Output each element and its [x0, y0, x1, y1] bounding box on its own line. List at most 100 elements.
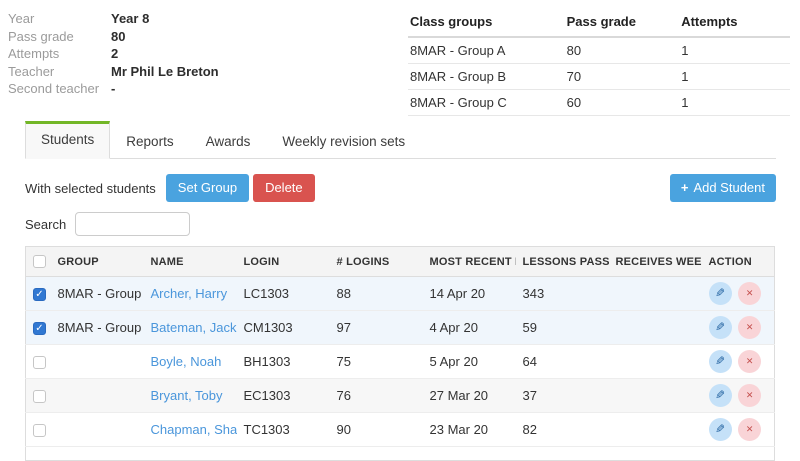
student-name-link[interactable]: Bryant, Toby	[151, 388, 223, 403]
login-column-header: LOGIN	[237, 247, 330, 277]
tab-students[interactable]: Students	[25, 121, 110, 159]
group-column-header: GROUP	[51, 247, 144, 277]
receives-weekly-column-header: RECEIVES WEEKL...	[609, 247, 702, 277]
edit-student-button[interactable]: ✎	[709, 282, 732, 305]
tab-bar: Students Reports Awards Weekly revision …	[25, 121, 776, 159]
tab-reports[interactable]: Reports	[110, 121, 189, 159]
selected-students-toolbar: With selected students Set Group Delete …	[25, 174, 776, 202]
lessons-passed-cell: 82	[516, 413, 609, 447]
delete-student-button[interactable]: ✕	[738, 350, 761, 373]
student-name-link[interactable]: Boyle, Noah	[151, 354, 222, 369]
edit-pencil-icon: ✎	[715, 418, 725, 441]
delete-button[interactable]: Delete	[253, 174, 315, 202]
add-student-label: Add Student	[693, 180, 765, 195]
num-logins-cell: 97	[330, 311, 423, 345]
edit-student-button[interactable]: ✎	[709, 384, 732, 407]
num-logins-cell: 76	[330, 379, 423, 413]
info-value: 2	[111, 45, 118, 63]
edit-student-button[interactable]: ✎	[709, 316, 732, 339]
login-cell: TC1303	[237, 413, 330, 447]
student-name-link[interactable]: Chapman, Shawn	[151, 422, 237, 437]
edit-student-button[interactable]: ✎	[709, 350, 732, 373]
student-row: ✓ 8MAR - Group A Bateman, Jack CM1303 97…	[26, 311, 775, 345]
edit-student-button[interactable]: ✎	[709, 418, 732, 441]
students-table: ✓ GROUP NAME LOGIN # LOGINS MOST RECENT …	[25, 246, 775, 461]
login-cell: CM1303	[237, 311, 330, 345]
most-recent-cell: 14 Apr 20	[423, 277, 516, 311]
group-attempts: 1	[679, 90, 790, 116]
attempts-header: Attempts	[679, 8, 790, 37]
lessons-passed-cell: 59	[516, 311, 609, 345]
select-all-checkbox[interactable]: ✓	[33, 255, 46, 268]
receives-weekly-cell	[609, 345, 702, 379]
num-logins-cell: 88	[330, 277, 423, 311]
edit-pencil-icon: ✎	[715, 384, 725, 407]
group-cell: 8MAR - Group A	[51, 277, 144, 311]
info-label: Pass grade	[8, 28, 111, 46]
tab-awards[interactable]: Awards	[190, 121, 267, 159]
students-header-row: ✓ GROUP NAME LOGIN # LOGINS MOST RECENT …	[26, 247, 775, 277]
add-student-button[interactable]: + Add Student	[670, 174, 776, 202]
row-checkbox[interactable]: ✓	[33, 322, 46, 335]
delete-x-icon: ✕	[746, 384, 754, 407]
with-selected-label: With selected students	[25, 181, 156, 196]
search-row: Search	[25, 212, 776, 236]
num-logins-cell: 75	[330, 345, 423, 379]
student-name-link[interactable]: Archer, Harry	[151, 286, 228, 301]
group-name: 8MAR - Group B	[408, 64, 565, 90]
set-group-button[interactable]: Set Group	[166, 174, 249, 202]
student-row: ✓ Bryant, Toby EC1303 76 27 Mar 20 37 ✎ …	[26, 379, 775, 413]
group-cell	[51, 413, 144, 447]
row-checkbox[interactable]: ✓	[33, 356, 46, 369]
edit-pencil-icon: ✎	[715, 316, 725, 339]
most-recent-column-header: MOST RECENT L...	[423, 247, 516, 277]
lessons-passed-cell: 64	[516, 345, 609, 379]
search-input[interactable]	[75, 212, 190, 236]
student-row: ✓ Boyle, Noah BH1303 75 5 Apr 20 64 ✎ ✕	[26, 345, 775, 379]
class-info-panel: Year Year 8 Pass grade 80 Attempts 2 Tea…	[8, 10, 219, 98]
student-name-link[interactable]: Bateman, Jack	[151, 320, 237, 335]
row-checkbox[interactable]: ✓	[33, 288, 46, 301]
login-cell: BH1303	[237, 345, 330, 379]
info-value: 80	[111, 28, 125, 46]
check-icon: ✓	[34, 323, 45, 335]
info-row-year: Year Year 8	[8, 10, 219, 28]
pass-grade-header: Pass grade	[565, 8, 680, 37]
receives-weekly-cell	[609, 379, 702, 413]
plus-icon: +	[681, 180, 689, 195]
delete-student-button[interactable]: ✕	[738, 282, 761, 305]
tab-weekly-revision-sets[interactable]: Weekly revision sets	[266, 121, 421, 159]
info-value: Year 8	[111, 10, 149, 28]
receives-weekly-cell	[609, 311, 702, 345]
delete-x-icon: ✕	[746, 316, 754, 339]
group-attempts: 1	[679, 64, 790, 90]
delete-student-button[interactable]: ✕	[738, 418, 761, 441]
search-label: Search	[25, 217, 66, 232]
lessons-passed-cell: 343	[516, 277, 609, 311]
info-label: Attempts	[8, 45, 111, 63]
group-pass-grade: 80	[565, 37, 680, 64]
receives-weekly-cell	[609, 413, 702, 447]
delete-student-button[interactable]: ✕	[738, 316, 761, 339]
row-checkbox[interactable]: ✓	[33, 390, 46, 403]
info-row-second-teacher: Second teacher -	[8, 80, 219, 98]
class-group-row: 8MAR - Group A 80 1	[408, 37, 790, 64]
info-value: Mr Phil Le Breton	[111, 63, 219, 81]
num-logins-cell: 90	[330, 413, 423, 447]
group-name: 8MAR - Group A	[408, 37, 565, 64]
most-recent-cell: 5 Apr 20	[423, 345, 516, 379]
num-logins-column-header: # LOGINS	[330, 247, 423, 277]
student-row: ✓ 8MAR - Group A Archer, Harry LC1303 88…	[26, 277, 775, 311]
info-label: Second teacher	[8, 80, 111, 98]
most-recent-cell: 23 Mar 20	[423, 413, 516, 447]
group-pass-grade: 60	[565, 90, 680, 116]
info-row-teacher: Teacher Mr Phil Le Breton	[8, 63, 219, 81]
delete-student-button[interactable]: ✕	[738, 384, 761, 407]
edit-pencil-icon: ✎	[715, 350, 725, 373]
check-icon: ✓	[34, 289, 45, 301]
group-cell	[51, 345, 144, 379]
class-groups-header-row: Class groups Pass grade Attempts	[408, 8, 790, 37]
edit-pencil-icon: ✎	[715, 282, 725, 305]
name-column-header: NAME	[144, 247, 237, 277]
login-cell: EC1303	[237, 379, 330, 413]
